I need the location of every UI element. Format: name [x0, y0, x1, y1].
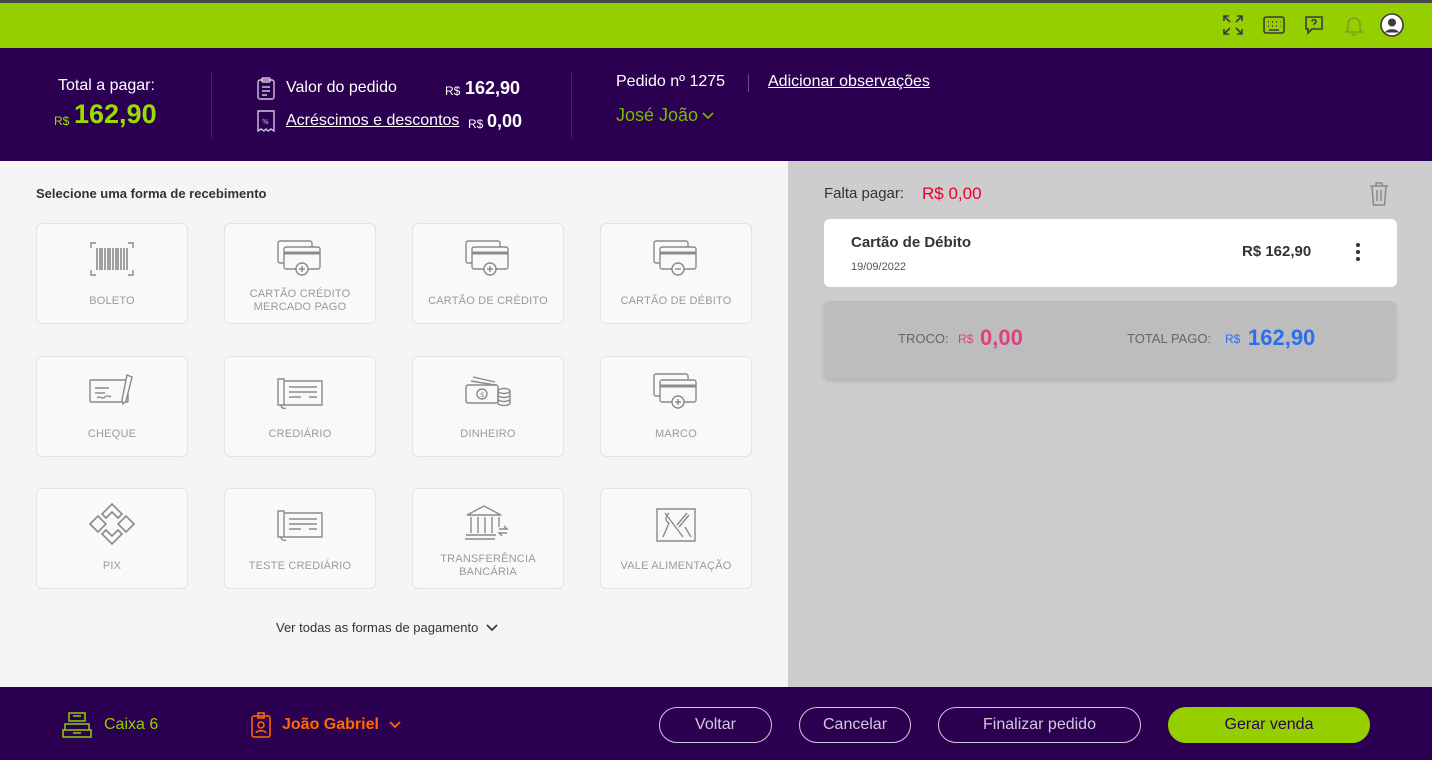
payment-method-label: CARTÃO DE DÉBITO: [620, 294, 732, 307]
crediario-icon: [277, 378, 323, 410]
payment-method-transferencia-bancaria[interactable]: TRANSFERÊNCIA BANCÁRIA: [412, 488, 564, 589]
payment-method-marco[interactable]: MARCO: [600, 356, 752, 457]
payment-method-teste-crediario[interactable]: TESTE CREDIÁRIO: [224, 488, 376, 589]
payment-method-cheque[interactable]: CHEQUE: [36, 356, 188, 457]
acrescimos-descontos-link[interactable]: Acréscimos e descontos: [286, 112, 459, 130]
payment-method-cartao-de-debito[interactable]: CARTÃO DE DÉBITO: [600, 223, 752, 324]
payment-method-label: MARCO: [655, 427, 697, 440]
total-pago-value: 162,90: [1248, 325, 1316, 350]
debit-card-minus-icon: [653, 240, 697, 276]
acrescimos-currency: R$: [468, 117, 484, 131]
svg-text:$: $: [480, 391, 484, 399]
payment-method-dinheiro[interactable]: $ DINHEIRO: [412, 356, 564, 457]
payment-method-vale-alimentacao[interactable]: VALE ALIMENTAÇÃO: [600, 488, 752, 589]
badge-icon: [251, 712, 271, 738]
ver-todas-formas-button[interactable]: Ver todas as formas de pagamento: [276, 620, 498, 635]
divider: [571, 72, 572, 138]
credit-card-plus-icon: [465, 240, 509, 276]
acrescimos-value: 0,00: [487, 111, 523, 131]
valor-pedido-label: Valor do pedido: [286, 79, 397, 96]
troco-label: TROCO:: [898, 331, 949, 346]
payment-entry-name: Cartão de Débito: [851, 234, 972, 251]
cancelar-button[interactable]: Cancelar: [799, 707, 911, 743]
bank-transfer-icon: [465, 505, 509, 540]
crediario-icon: [277, 510, 323, 542]
payment-methods-panel: Selecione uma forma de recebimento BOLET…: [0, 161, 788, 687]
top-bar: [0, 3, 1432, 48]
discount-receipt-icon: %: [257, 110, 275, 133]
total-value: 162,90: [74, 99, 157, 129]
payment-totals: TROCO: R$ 0,00 TOTAL PAGO: R$ 162,90: [824, 301, 1396, 379]
total-pago-currency: R$: [1225, 332, 1241, 346]
ver-todas-label: Ver todas as formas de pagamento: [276, 620, 479, 635]
payment-method-cartao-de-credito[interactable]: CARTÃO DE CRÉDITO: [412, 223, 564, 324]
operador-selector[interactable]: João Gabriel: [250, 711, 401, 739]
pedido-number: Pedido nº 1275: [616, 73, 726, 90]
payment-method-label: VALE ALIMENTAÇÃO: [620, 559, 732, 572]
chevron-down-icon: [702, 111, 714, 119]
caixa-label: Caixa 6: [104, 716, 159, 733]
payment-method-label: CHEQUE: [87, 427, 137, 440]
payment-method-label: CREDIÁRIO: [268, 427, 332, 440]
cliente-name: José João: [616, 105, 699, 125]
payment-method-label: PIX: [102, 559, 122, 572]
barcode-icon: [90, 242, 134, 276]
payment-entry-value: R$ 162,90: [1242, 243, 1312, 260]
total-currency: R$: [54, 114, 70, 128]
finalizar-pedido-button[interactable]: Finalizar pedido: [938, 707, 1141, 743]
operador-name: João Gabriel: [282, 716, 379, 733]
divider: [211, 72, 212, 138]
credit-card-plus-icon: [277, 240, 321, 276]
keyboard-icon[interactable]: [1261, 12, 1287, 38]
payment-method-label: TESTE CREDIÁRIO: [248, 559, 352, 572]
adicionar-observacoes-link[interactable]: Adicionar observações: [768, 73, 930, 91]
footer-bar: Caixa 6 João Gabriel Voltar Cancelar Fin…: [0, 687, 1432, 760]
total-label: Total a pagar:: [58, 77, 155, 94]
gerar-venda-button[interactable]: Gerar venda: [1168, 707, 1370, 743]
valor-pedido-currency: R$: [445, 84, 461, 98]
payment-method-cartao-credito-mercado-pago[interactable]: CARTÃO CRÉDITO MERCADO PAGO: [224, 223, 376, 324]
cash-icon: $: [465, 376, 511, 407]
payment-methods-title: Selecione uma forma de recebimento: [36, 186, 267, 201]
payment-method-label: CARTÃO DE CRÉDITO: [428, 294, 548, 307]
food-voucher-icon: [656, 508, 696, 542]
payment-entry: Cartão de Débito 19/09/2022 R$ 162,90: [824, 219, 1397, 287]
cliente-selector[interactable]: José João: [616, 105, 714, 126]
caixa-indicator: Caixa 6: [62, 711, 158, 739]
fullscreen-icon[interactable]: [1220, 12, 1246, 38]
trash-icon[interactable]: [1368, 181, 1390, 207]
troco-currency: R$: [958, 332, 974, 346]
chevron-down-icon: [486, 623, 498, 631]
divider: [748, 74, 749, 92]
payment-method-label: CARTÃO CRÉDITO MERCADO PAGO: [249, 288, 351, 313]
clipboard-icon: [257, 77, 275, 100]
falta-pagar-label: Falta pagar:: [824, 185, 905, 202]
payment-method-label: BOLETO: [89, 294, 135, 307]
payment-method-pix[interactable]: PIX: [36, 488, 188, 589]
payment-method-crediario[interactable]: CREDIÁRIO: [224, 356, 376, 457]
payment-method-boleto[interactable]: BOLETO: [36, 223, 188, 324]
bell-icon[interactable]: [1341, 12, 1367, 38]
chevron-down-icon: [389, 721, 401, 729]
more-options-icon[interactable]: [1352, 241, 1364, 263]
credit-card-plus-icon: [653, 373, 697, 409]
troco-value: 0,00: [980, 325, 1023, 350]
payment-method-label: DINHEIRO: [460, 427, 516, 440]
cash-register-icon: [62, 712, 92, 738]
payment-method-label: TRANSFERÊNCIA BANCÁRIA: [440, 553, 536, 578]
valor-pedido-value: 162,90: [465, 78, 521, 98]
help-chat-icon[interactable]: [1301, 12, 1327, 38]
payment-summary-panel: Falta pagar: R$ 0,00 Cartão de Débito 19…: [788, 161, 1432, 687]
falta-pagar-value: R$ 0,00: [922, 184, 982, 203]
order-header: Total a pagar: R$ 162,90 Valor do pedido…: [0, 48, 1432, 161]
cheque-icon: [89, 374, 133, 406]
voltar-button[interactable]: Voltar: [659, 707, 772, 743]
total-pago-label: TOTAL PAGO:: [1127, 331, 1212, 346]
svg-text:%: %: [262, 118, 269, 126]
payment-entry-date: 19/09/2022: [851, 261, 907, 273]
pix-icon: [88, 503, 136, 545]
user-avatar-icon[interactable]: [1379, 12, 1405, 38]
